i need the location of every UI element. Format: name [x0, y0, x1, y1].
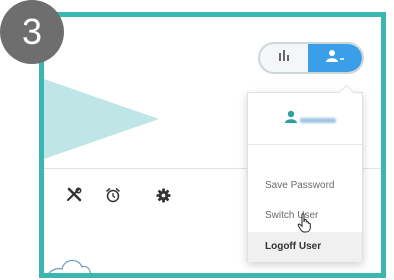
hand-cursor-icon: [297, 213, 311, 233]
alarm-clock-icon[interactable]: [103, 185, 123, 205]
user-name-redacted: [300, 118, 336, 123]
menu-item-save-password[interactable]: Save Password: [248, 171, 362, 201]
user-icon: [284, 110, 298, 129]
cloud-illustration: [48, 259, 91, 273]
view-toggle: [258, 42, 364, 74]
toolbar: [44, 185, 194, 209]
user-menu-button[interactable]: [308, 44, 362, 72]
chart-view-button[interactable]: [260, 44, 308, 72]
current-user: [248, 107, 362, 135]
bar-chart-icon: [277, 49, 291, 67]
gear-icon[interactable]: [153, 185, 173, 205]
user-dropdown-menu: Save Password Switch User Logoff User: [247, 84, 363, 262]
menu-divider: [248, 144, 362, 145]
screenshot-frame: Save Password Switch User Logoff User: [39, 12, 386, 278]
menu-item-logoff-user[interactable]: Logoff User: [248, 232, 362, 262]
dropdown-pointer: [338, 84, 355, 101]
tools-icon[interactable]: [64, 185, 84, 205]
teal-banner-shape: [44, 79, 159, 159]
user-icon: [325, 49, 345, 68]
step-number-badge: 3: [0, 0, 64, 64]
